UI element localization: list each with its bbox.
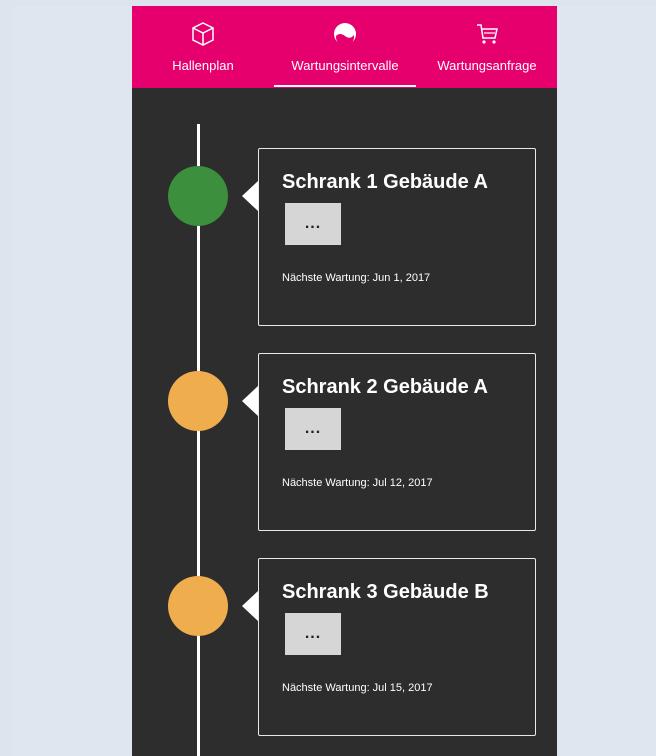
- card-title: Schrank 1 Gebäude A: [282, 171, 488, 193]
- card-pointer: [242, 181, 258, 211]
- cart-icon: [477, 24, 498, 44]
- cube-icon: [192, 22, 214, 46]
- timeline-card: Schrank 3 Gebäude B ... Nächste Wartung:…: [258, 558, 536, 736]
- timeline-card: Schrank 1 Gebäude A ... Nächste Wartung:…: [258, 148, 536, 326]
- status-dot: [168, 576, 228, 636]
- more-button[interactable]: ...: [285, 613, 341, 655]
- more-button[interactable]: ...: [285, 408, 341, 450]
- app-panel: Hallenplan Wartungsintervalle Wartungsan…: [132, 6, 557, 756]
- active-tab-indicator: [274, 85, 416, 87]
- tab-wartungsintervalle-label: Wartungsintervalle: [291, 58, 399, 73]
- more-button[interactable]: ...: [285, 203, 341, 245]
- tab-wartungsanfrage-label: Wartungsanfrage: [437, 58, 537, 73]
- status-dot: [168, 166, 228, 226]
- card-pointer: [242, 591, 258, 621]
- next-service-date: Nächste Wartung: Jul 15, 2017: [282, 682, 433, 694]
- next-service-date: Nächste Wartung: Jul 12, 2017: [282, 477, 433, 489]
- top-navigation: Hallenplan Wartungsintervalle Wartungsan…: [132, 6, 557, 88]
- gauge-icon: [334, 23, 356, 46]
- tab-wartungsanfrage[interactable]: Wartungsanfrage: [416, 6, 557, 88]
- card-title: Schrank 2 Gebäude A: [282, 376, 488, 398]
- next-service-date: Nächste Wartung: Jun 1, 2017: [282, 272, 431, 284]
- tab-hallenplan[interactable]: Hallenplan: [132, 6, 274, 88]
- card-title: Schrank 3 Gebäude B: [282, 581, 489, 603]
- tab-wartungsintervalle[interactable]: Wartungsintervalle: [274, 6, 416, 88]
- timeline-card: Schrank 2 Gebäude A ... Nächste Wartung:…: [258, 353, 536, 531]
- status-dot: [168, 371, 228, 431]
- card-pointer: [242, 386, 258, 416]
- tab-hallenplan-label: Hallenplan: [172, 58, 234, 73]
